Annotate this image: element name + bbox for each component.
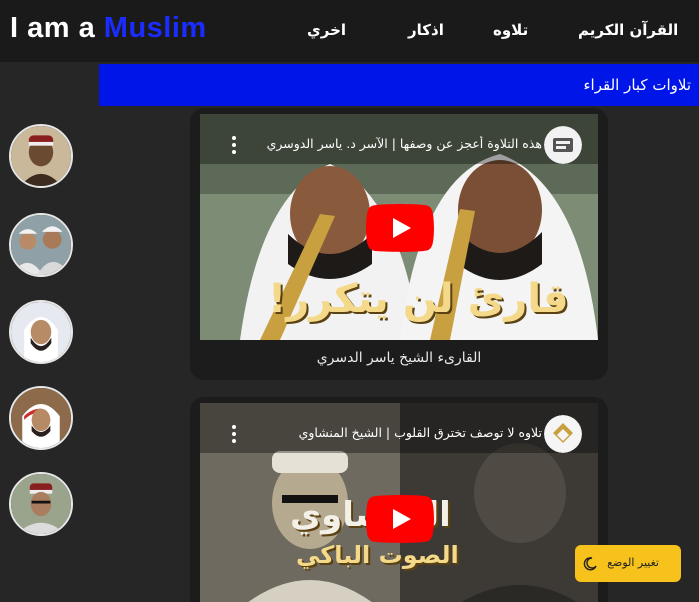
more-options-icon[interactable] bbox=[230, 425, 238, 445]
more-options-icon[interactable] bbox=[230, 136, 238, 156]
play-button[interactable] bbox=[366, 204, 434, 252]
reciter-avatar-4[interactable] bbox=[9, 386, 73, 450]
reciter-avatar-1[interactable] bbox=[9, 124, 73, 188]
section-title: تلاوات كبار القراء bbox=[583, 76, 692, 94]
site-logo[interactable]: I am a Muslim bbox=[10, 12, 207, 45]
logo-prefix: I am a bbox=[10, 12, 104, 44]
logo-brand: Muslim bbox=[103, 12, 207, 44]
theme-toggle-label: تغيير الوضع bbox=[607, 556, 659, 569]
section-banner: تلاوات كبار القراء bbox=[99, 64, 699, 106]
moon-icon bbox=[583, 557, 597, 571]
reciter-avatar-5[interactable] bbox=[9, 472, 73, 536]
play-button[interactable] bbox=[366, 495, 434, 543]
nav-link-adhkar[interactable]: اذكار bbox=[408, 21, 444, 39]
thumbnail-overlay-subtitle: الصوت الباكي bbox=[296, 541, 459, 569]
reciter-avatar-3[interactable] bbox=[9, 300, 73, 364]
video-caption: القارىء الشيخ ياسر الدسري bbox=[316, 350, 482, 366]
navbar: I am a Muslim القرآن الكريم تلاوه اذكار … bbox=[0, 0, 699, 62]
channel-logo-icon[interactable] bbox=[544, 415, 582, 453]
video-player[interactable]: هذه التلاوة أعجز عن وصفها | الآسر د. ياس… bbox=[200, 114, 598, 340]
main-content: تلاوات كبار القراء هذه التلاوة أعجز عن و… bbox=[84, 62, 699, 602]
video-title[interactable]: هذه التلاوة أعجز عن وصفها | الآسر د. ياس… bbox=[262, 136, 542, 151]
reciters-sidebar bbox=[0, 62, 84, 602]
video-player[interactable]: تلاوه لا توصف تخترق القلوب | الشيخ المنش… bbox=[200, 403, 598, 602]
nav-link-other[interactable]: اخري bbox=[307, 21, 346, 39]
video-card: هذه التلاوة أعجز عن وصفها | الآسر د. ياس… bbox=[190, 108, 608, 380]
nav-link-quran[interactable]: القرآن الكريم bbox=[578, 21, 678, 39]
reciter-avatar-2[interactable] bbox=[9, 213, 73, 277]
thumbnail-overlay-text: قارئ لن يتكرر! bbox=[268, 276, 569, 322]
video-card: تلاوه لا توصف تخترق القلوب | الشيخ المنش… bbox=[190, 397, 608, 602]
nav-link-recitation[interactable]: تلاوه bbox=[493, 21, 528, 39]
channel-logo-icon[interactable] bbox=[544, 126, 582, 164]
theme-toggle-button[interactable]: تغيير الوضع bbox=[575, 545, 681, 582]
video-title[interactable]: تلاوه لا توصف تخترق القلوب | الشيخ المنش… bbox=[262, 425, 542, 440]
